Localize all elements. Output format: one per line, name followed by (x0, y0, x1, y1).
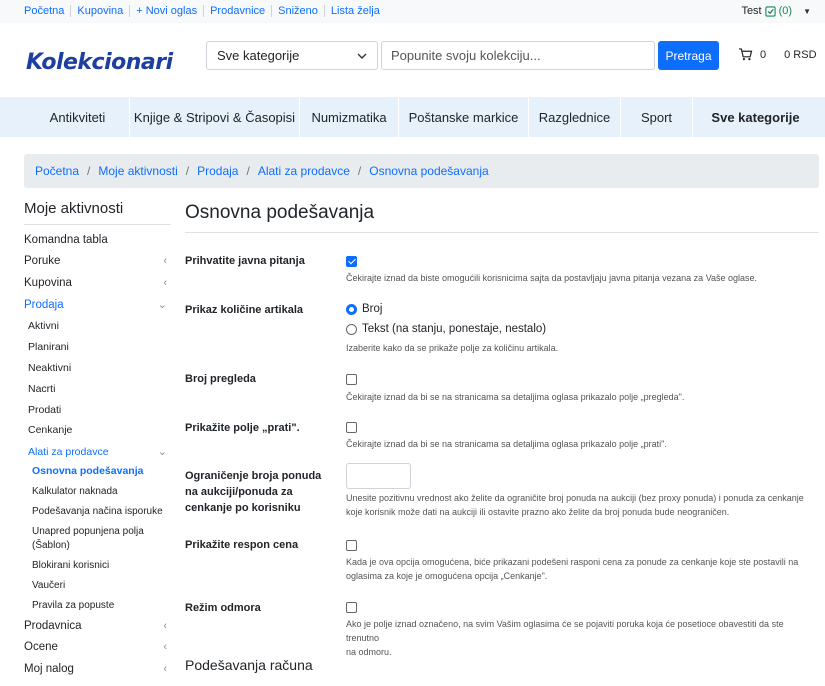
top-nav: Početna Kupovina + Novi oglas Prodavnice… (18, 5, 386, 17)
setting-limit-help: Unesite pozitivnu vrednost ako želite da… (346, 493, 804, 517)
chevron-left-icon: ‹ (163, 255, 167, 267)
sidebar-item-ocene[interactable]: Ocene ‹ (24, 641, 171, 653)
sidebar-item-kupovina[interactable]: Kupovina ‹ (24, 277, 171, 289)
user-name: Test (741, 5, 762, 17)
cart-icon (739, 48, 753, 61)
search-button[interactable]: Pretraga (658, 41, 719, 70)
chevron-left-icon: ‹ (163, 663, 167, 675)
category-sve[interactable]: Sve kategorije (692, 97, 818, 137)
sidebar-sub-osnovna-podesavanja[interactable]: Osnovna podešavanja (32, 465, 143, 477)
user-count: (0) (778, 5, 793, 17)
page-title: Osnovna podešavanja (185, 202, 819, 233)
category-select-value: Sve kategorije (217, 48, 300, 63)
setting-range-checkbox[interactable] (346, 539, 357, 554)
setting-range-help: Kada je ova opcija omogućena, biće prika… (346, 557, 799, 581)
sidebar-sub-kalkulator[interactable]: Kalkulator naknada (32, 486, 118, 497)
sidebar-item-prodaja[interactable]: Prodaja ⌄ (24, 298, 171, 312)
setting-views-help: Čekirajte iznad da bi se na stranicama s… (346, 392, 685, 402)
breadcrumb: Početna / Moje aktivnosti / Prodaja / Al… (24, 154, 819, 188)
top-nav-kupovina[interactable]: Kupovina (71, 5, 131, 17)
check-square-icon (764, 5, 776, 17)
sidebar-sub-nacrti[interactable]: Nacrti (28, 383, 55, 395)
setting-limit-input[interactable] (346, 463, 411, 489)
sidebar-sub-cenkanje[interactable]: Cenkanje (28, 424, 72, 436)
sidebar-sub-pravila[interactable]: Pravila za popuste (32, 600, 114, 611)
setting-views-checkbox[interactable] (346, 373, 357, 388)
setting-quantity-label: Prikaz količine artikala (185, 304, 304, 316)
setting-follow-checkbox[interactable] (346, 421, 357, 436)
sidebar-sub-aktivni[interactable]: Aktivni (28, 320, 59, 332)
chevron-left-icon: ‹ (163, 277, 167, 289)
sidebar-sub-planirani[interactable]: Planirani (28, 341, 69, 353)
setting-follow-label: Prikažite polje „prati". (185, 422, 300, 434)
sidebar-sub-neaktivni[interactable]: Neaktivni (28, 362, 71, 374)
setting-vacation-checkbox[interactable] (346, 601, 357, 616)
setting-quantity-help: Izaberite kako da se prikaže polje za ko… (346, 343, 559, 353)
sidebar-sub-isporuka[interactable]: Podešavanja načina isporuke (32, 506, 163, 517)
breadcrumb-osnovna-podesavanja[interactable]: Osnovna podešavanja (369, 164, 488, 178)
category-postanske-markice[interactable]: Poštanske markice (398, 97, 528, 137)
top-nav-prodavnice[interactable]: Prodavnice (204, 5, 273, 17)
category-razglednice[interactable]: Razglednice (528, 97, 620, 137)
sidebar: Moje aktivnosti (24, 200, 171, 225)
sidebar-sub-vauceri[interactable]: Vaučeri (32, 580, 65, 591)
sidebar-item-komandna-tabla[interactable]: Komandna tabla (24, 234, 171, 246)
breadcrumb-moje-aktivnosti[interactable]: Moje aktivnosti (98, 164, 177, 178)
top-nav-snizeno[interactable]: Sniženo (272, 5, 325, 17)
category-nav: Antikviteti Knjige & Stripovi & Časopisi… (0, 97, 825, 137)
category-numizmatika[interactable]: Numizmatika (299, 97, 398, 137)
chevron-left-icon: ‹ (163, 641, 167, 653)
top-nav-novi-oglas[interactable]: + Novi oglas (130, 5, 205, 17)
setting-quantity-radio-broj[interactable]: Broj (346, 303, 382, 315)
setting-views-label: Broj pregleda (185, 373, 256, 385)
setting-range-label: Prikažite respon cena (185, 539, 299, 551)
cart-count: 0 (760, 48, 767, 61)
chevron-down-icon (357, 53, 367, 59)
setting-vacation-help: Ako je polje iznad označeno, na svim Vaš… (346, 619, 784, 657)
logo[interactable]: Kolekcionari (24, 41, 173, 83)
setting-questions-help: Čekirajte iznad da biste omogućili koris… (346, 273, 758, 283)
top-nav-lista-zelja[interactable]: Lista želja (325, 5, 386, 17)
search-input[interactable] (381, 41, 655, 70)
top-nav-pocetna[interactable]: Početna (18, 5, 72, 17)
sidebar-sub-blokirani[interactable]: Blokirani korisnici (32, 560, 109, 571)
sidebar-item-prodavnica[interactable]: Prodavnica ‹ (24, 620, 171, 632)
section-account-settings-title: Podešavanja računa (185, 657, 313, 673)
sidebar-sub-unapred-popunjena[interactable]: Unapred popunjena polja (32, 526, 144, 537)
user-menu[interactable]: Test (0) ▼ (741, 5, 811, 17)
logo-text: Kolekcionari (26, 49, 173, 75)
sidebar-item-poruke[interactable]: Poruke ‹ (24, 255, 171, 267)
cart-amount: 0 RSD (784, 48, 817, 61)
cart[interactable]: 0 0 RSD (738, 48, 817, 61)
breadcrumb-prodaja[interactable]: Prodaja (197, 164, 238, 178)
category-antikviteti[interactable]: Antikviteti (26, 97, 129, 137)
top-bar: Početna Kupovina + Novi oglas Prodavnice… (0, 0, 825, 23)
setting-questions-checkbox[interactable] (346, 255, 357, 270)
sidebar-item-moj-nalog[interactable]: Moj nalog ‹ (24, 663, 171, 675)
breadcrumb-alati[interactable]: Alati za prodavce (258, 164, 350, 178)
setting-follow-help: Čekirajte iznad da bi se na stranicama s… (346, 439, 667, 449)
category-select[interactable]: Sve kategorije (206, 41, 378, 70)
sidebar-title: Moje aktivnosti (24, 200, 171, 225)
sidebar-sub-sablon[interactable]: (Šablon) (32, 540, 70, 551)
setting-questions-label: Prihvatite javna pitanja (185, 255, 305, 267)
chevron-down-icon: ⌄ (157, 446, 167, 458)
breadcrumb-pocetna[interactable]: Početna (35, 164, 79, 178)
sidebar-item-alati[interactable]: Alati za prodavce ⌄ (28, 445, 171, 459)
chevron-left-icon: ‹ (163, 620, 167, 632)
setting-vacation-label: Režim odmora (185, 602, 261, 614)
category-knjige[interactable]: Knjige & Stripovi & Časopisi (129, 97, 299, 137)
setting-quantity-radio-tekst[interactable]: Tekst (na stanju, ponestaje, nestalo) (346, 323, 546, 335)
setting-limit-label: Ograničenje broja ponuda na aukciji/ponu… (185, 470, 322, 514)
caret-down-icon[interactable]: ▼ (803, 7, 811, 16)
category-sport[interactable]: Sport (620, 97, 692, 137)
sidebar-sub-prodati[interactable]: Prodati (28, 404, 61, 416)
chevron-down-icon: ⌄ (157, 299, 167, 311)
